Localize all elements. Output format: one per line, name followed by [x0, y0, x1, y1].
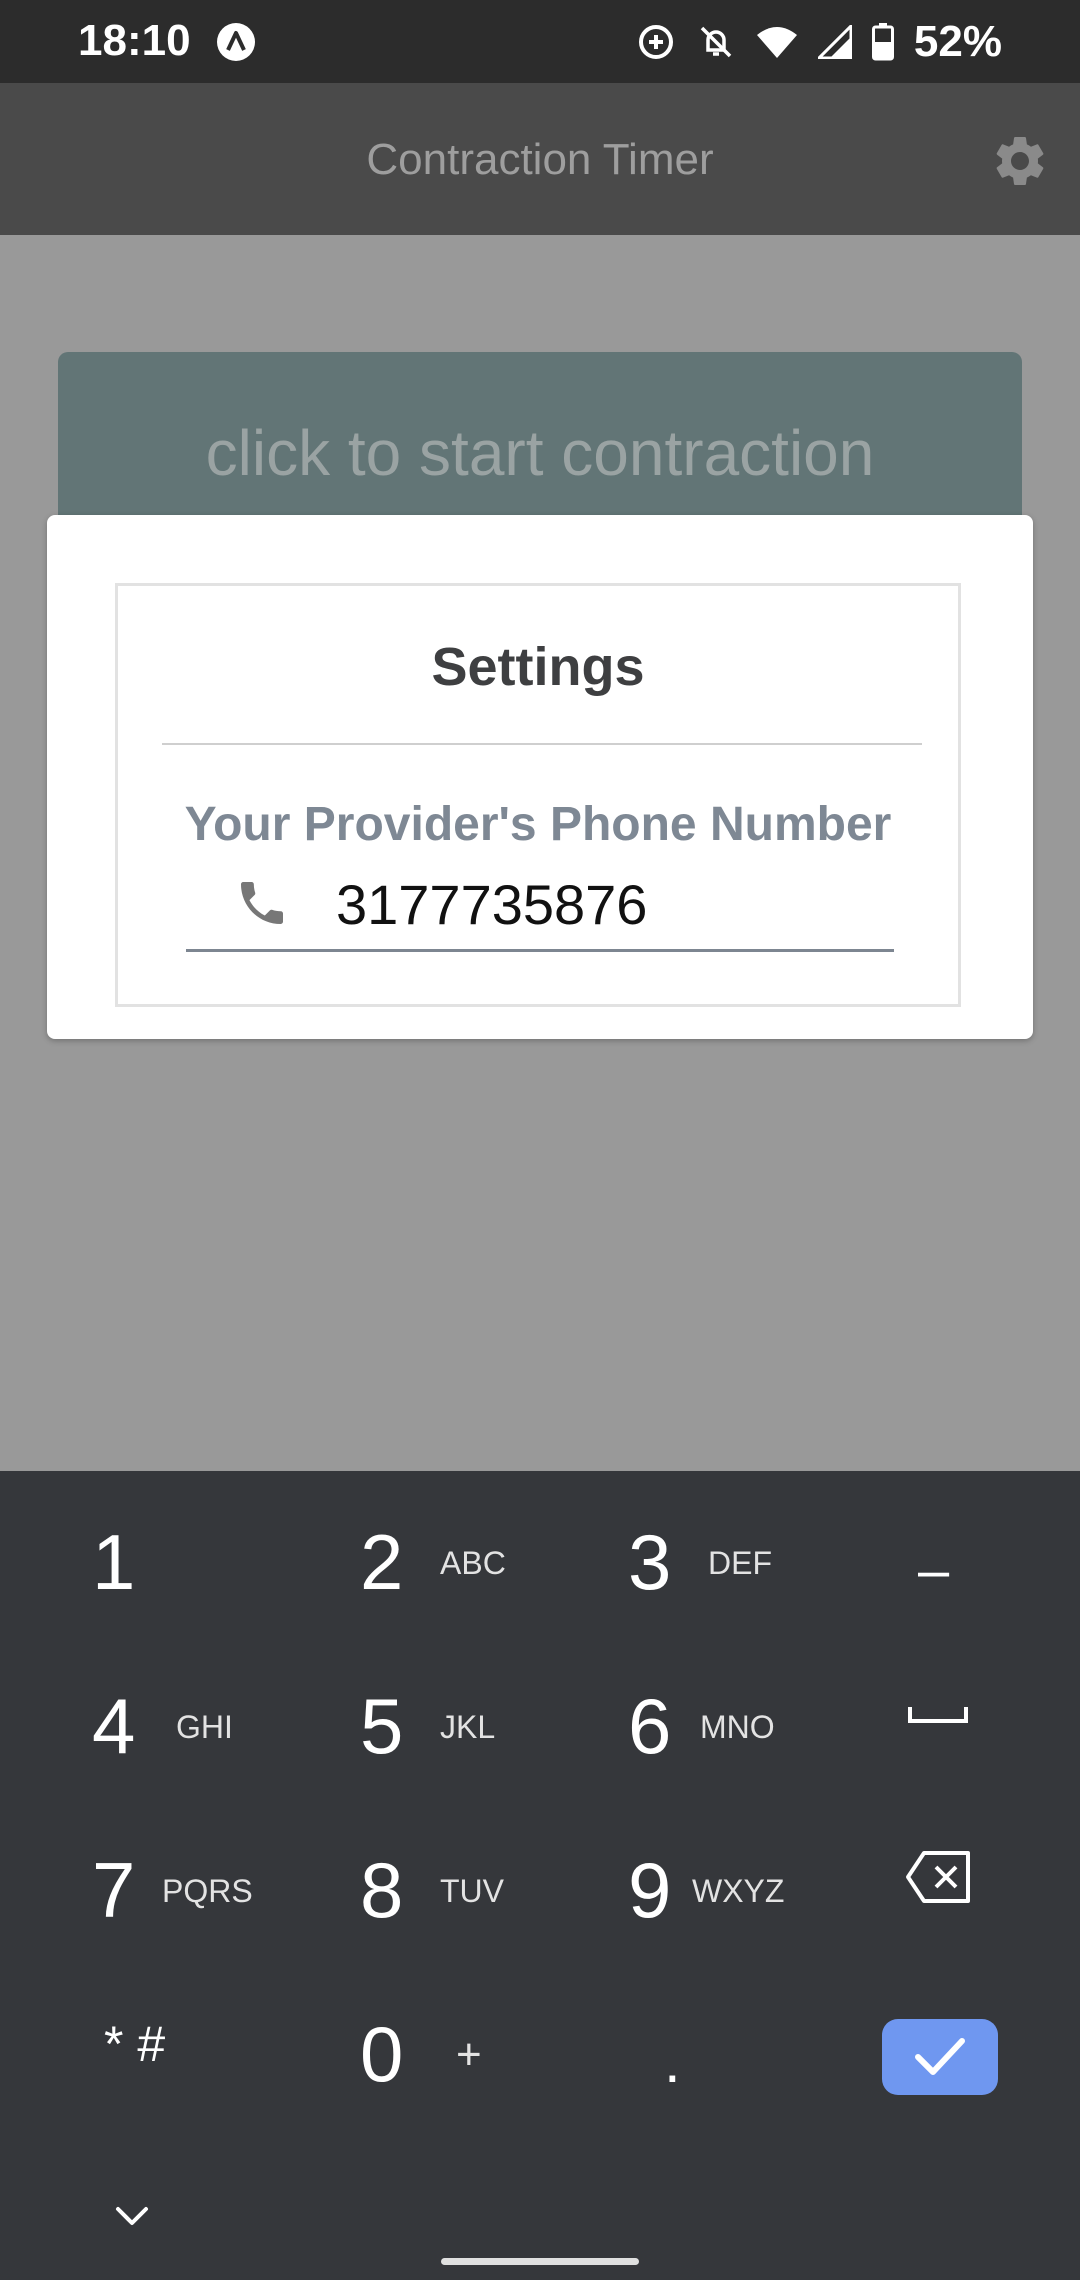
key-6[interactable]: 6 MNO — [536, 1635, 804, 1799]
key-letters: DEF — [708, 1545, 772, 1581]
check-icon — [915, 2038, 965, 2075]
key-space[interactable] — [804, 1635, 1072, 1799]
key-4[interactable]: 4 GHI — [0, 1635, 268, 1799]
phone-field-label: Your Provider's Phone Number — [184, 798, 892, 851]
settings-frame: Settings Your Provider's Phone Number — [115, 583, 961, 1007]
key-3[interactable]: 3 DEF — [536, 1471, 804, 1635]
key-letters: PQRS — [162, 1873, 253, 1909]
key-digit: 1 — [92, 1518, 136, 1606]
phone-number-input[interactable] — [336, 869, 886, 939]
key-minus[interactable]: – — [804, 1471, 1072, 1635]
settings-dialog: Settings Your Provider's Phone Number — [47, 515, 1033, 1039]
screen: 18:10 52% Contraction Timer click to sta… — [0, 0, 1080, 2280]
key-letters: + — [456, 2030, 482, 2079]
status-bar: 18:10 52% — [0, 0, 1080, 83]
data-saver-icon — [638, 25, 673, 59]
key-digit: 0 — [360, 2010, 404, 2098]
key-digit: – — [918, 1538, 950, 1601]
app-title: Contraction Timer — [366, 135, 714, 184]
key-9[interactable]: 9 WXYZ — [536, 1799, 804, 1963]
key-7[interactable]: 7 PQRS — [0, 1799, 268, 1963]
key-letters: GHI — [176, 1709, 233, 1745]
wifi-icon — [756, 27, 797, 58]
key-digit: 8 — [360, 1846, 404, 1934]
battery-percent: 52% — [913, 17, 1002, 66]
key-digit: 5 — [360, 1682, 404, 1770]
start-contraction-label: click to start contraction — [205, 417, 875, 489]
key-digit: 9 — [628, 1846, 672, 1934]
key-digit: 7 — [92, 1846, 136, 1934]
key-2[interactable]: 2 ABC — [268, 1471, 536, 1635]
key-letters: JKL — [440, 1709, 496, 1745]
phone-field[interactable] — [186, 869, 894, 952]
key-letters: MNO — [700, 1709, 775, 1745]
key-letters: ABC — [440, 1545, 506, 1581]
numeric-keyboard: 1 2 ABC 3 DEF – 4 GHI 5 JKL 6 MNO 7 PQRS… — [0, 1471, 1080, 2280]
key-star-hash[interactable]: * # — [0, 1963, 268, 2127]
key-5[interactable]: 5 JKL — [268, 1635, 536, 1799]
dialog-title: Settings — [431, 637, 645, 697]
a-icon — [217, 23, 255, 61]
app-bar: Contraction Timer — [0, 83, 1080, 235]
key-8[interactable]: 8 TUV — [268, 1799, 536, 1963]
key-0[interactable]: 0 + — [268, 1963, 536, 2127]
battery-icon — [871, 23, 894, 61]
divider — [162, 743, 922, 745]
navigation-handle[interactable] — [441, 2258, 639, 2265]
gear-icon[interactable] — [990, 131, 1050, 191]
backspace-icon — [906, 1851, 970, 1903]
chevron-down-icon[interactable] — [110, 2201, 154, 2231]
key-digit: 2 — [360, 1518, 404, 1606]
key-digit: * # — [104, 2016, 166, 2072]
key-digit: 4 — [92, 1682, 136, 1770]
key-digit: . — [664, 2028, 681, 2095]
status-time: 18:10 — [78, 16, 191, 65]
key-digit: 6 — [628, 1682, 672, 1770]
key-letters: WXYZ — [692, 1873, 785, 1909]
phone-icon — [241, 882, 283, 924]
key-1[interactable]: 1 — [0, 1471, 268, 1635]
status-icons: 52% — [636, 14, 1002, 70]
key-letters: TUV — [440, 1873, 504, 1909]
done-button[interactable] — [882, 2019, 998, 2095]
space-icon — [908, 1707, 968, 1723]
key-period[interactable]: . — [536, 1963, 804, 2127]
key-digit: 3 — [628, 1518, 672, 1606]
signal-icon — [817, 25, 852, 59]
notifications-off-icon — [700, 26, 732, 58]
key-backspace[interactable] — [804, 1799, 1072, 1963]
